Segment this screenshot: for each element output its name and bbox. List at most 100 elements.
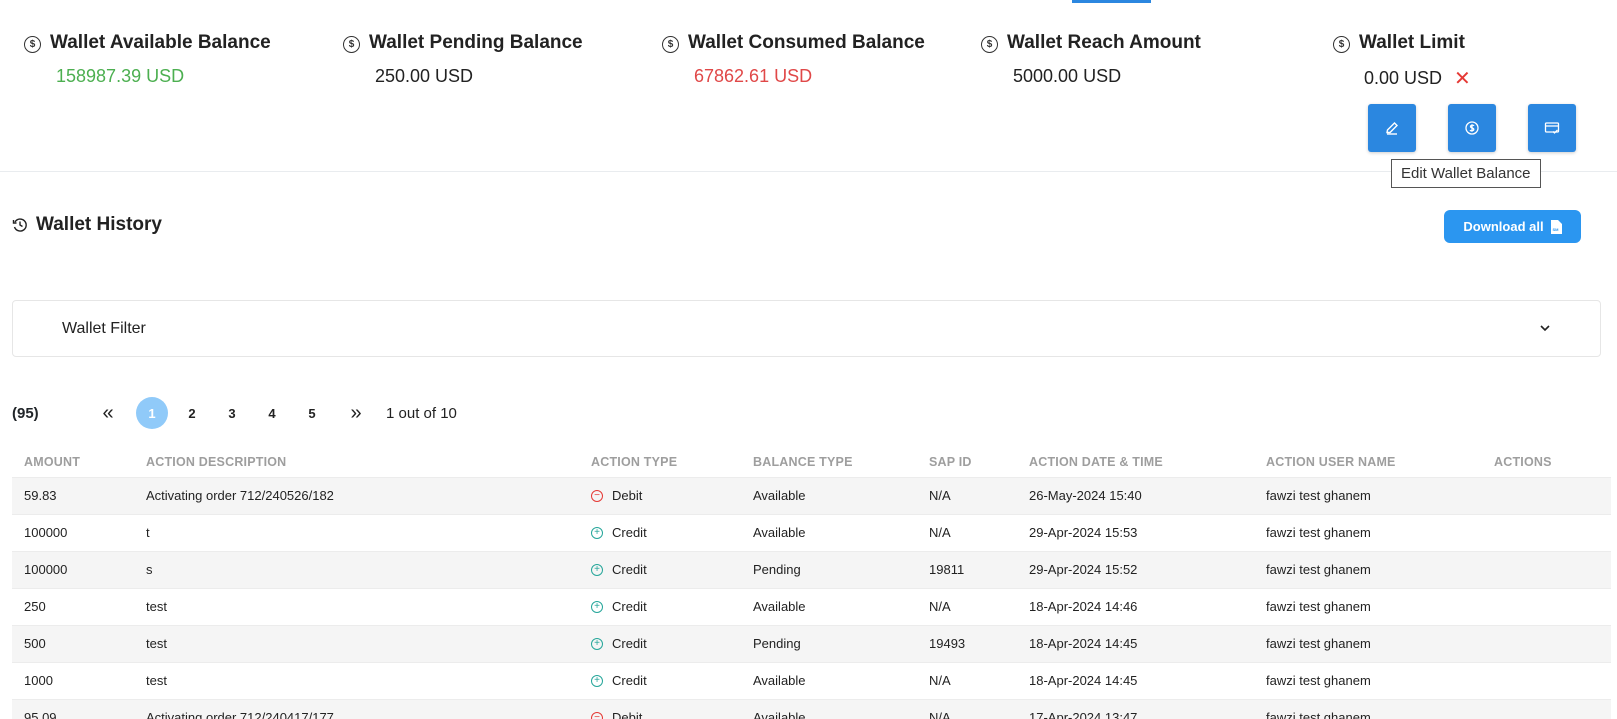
description-cell: Activating order 712/240526/182: [134, 476, 579, 514]
pending-balance-title: Wallet Pending Balance: [369, 32, 583, 53]
column-header[interactable]: ACTION DATE & TIME: [1017, 448, 1254, 477]
amount-cell: 500: [12, 624, 134, 662]
page-button[interactable]: 5: [296, 397, 328, 429]
edit-icon: [1386, 122, 1398, 135]
edit-wallet-balance-tooltip: Edit Wallet Balance: [1391, 159, 1541, 188]
action-type-cell: − Debit: [579, 698, 741, 719]
dollar-coin-icon: $: [343, 36, 360, 53]
balance-type-cell: Available: [741, 587, 917, 625]
consumed-balance-card: $ Wallet Consumed Balance 67862.61 USD: [662, 32, 925, 87]
description-cell: t: [134, 513, 579, 551]
sap-id-cell: N/A: [917, 698, 1017, 719]
actions-cell: [1482, 550, 1611, 588]
reach-amount-card: $ Wallet Reach Amount 5000.00 USD: [981, 32, 1201, 87]
wallet-balances: $ Wallet Available Balance 158987.39 USD …: [0, 0, 1617, 172]
wallet-limit-card: $ Wallet Limit 0.00 USD ✕: [1333, 32, 1471, 91]
page-button[interactable]: 1: [136, 397, 168, 429]
description-cell: test: [134, 587, 579, 625]
sap-id-cell: N/A: [917, 587, 1017, 625]
first-page-button[interactable]: «: [90, 402, 126, 425]
description-cell: test: [134, 624, 579, 662]
description-cell: test: [134, 661, 579, 699]
balance-type-cell: Available: [741, 698, 917, 719]
reach-amount-title: Wallet Reach Amount: [1007, 32, 1201, 53]
datetime-cell: 29-Apr-2024 15:53: [1017, 513, 1254, 551]
user-cell: fawzi test ghanem: [1254, 513, 1482, 551]
actions-cell: [1482, 476, 1611, 514]
column-header[interactable]: ACTION DESCRIPTION: [134, 448, 579, 477]
table-row: 250 test + Credit Available N/A 18-Apr-2024 14…: [12, 587, 1611, 625]
table-row: 100000 s + Credit Pending 19811 29-Apr-2024 15…: [12, 550, 1611, 588]
page-button[interactable]: 3: [216, 397, 248, 429]
action-type-label: Credit: [612, 525, 647, 540]
dollar-coin-icon: $: [981, 36, 998, 53]
user-cell: fawzi test ghanem: [1254, 624, 1482, 662]
actions-cell: [1482, 587, 1611, 625]
dollar-coin-icon: $: [662, 36, 679, 53]
wallet-history-heading: Wallet History: [12, 214, 162, 236]
page-button[interactable]: 2: [176, 397, 208, 429]
last-page-button[interactable]: »: [338, 402, 374, 425]
action-type-cell: − Debit: [579, 476, 741, 514]
card-check-icon: [1544, 122, 1560, 134]
datetime-cell: 18-Apr-2024 14:46: [1017, 587, 1254, 625]
edit-wallet-balance-button[interactable]: [1368, 104, 1416, 152]
plus-circle-icon: +: [591, 637, 603, 650]
consumed-balance-value: 67862.61 USD: [694, 66, 813, 86]
minus-circle-icon: −: [591, 489, 603, 502]
wallet-filter-accordion[interactable]: Wallet Filter: [12, 300, 1601, 357]
file-download-icon: SM: [1550, 219, 1562, 234]
amount-cell: 100000: [12, 550, 134, 588]
datetime-cell: 29-Apr-2024 15:52: [1017, 550, 1254, 588]
balance-type-cell: Available: [741, 661, 917, 699]
total-count: (95): [12, 404, 39, 422]
actions-cell: [1482, 661, 1611, 699]
download-all-button[interactable]: Download all SM: [1444, 210, 1581, 243]
column-header: ACTIONS: [1494, 455, 1552, 470]
clear-limit-icon[interactable]: ✕: [1454, 66, 1471, 91]
history-icon: [12, 218, 27, 232]
plus-circle-icon: +: [591, 600, 603, 613]
column-header[interactable]: ACTION USER NAME: [1254, 448, 1482, 477]
sap-id-cell: N/A: [917, 513, 1017, 551]
table-row: 95.09 Activating order 712/240417/177 − Deb…: [12, 698, 1611, 719]
user-cell: fawzi test ghanem: [1254, 550, 1482, 588]
datetime-cell: 18-Apr-2024 14:45: [1017, 624, 1254, 662]
action-type-label: Debit: [612, 488, 643, 503]
pending-balance-value: 250.00 USD: [375, 66, 474, 86]
available-balance-card: $ Wallet Available Balance 158987.39 USD: [24, 32, 271, 87]
action-type-label: Debit: [612, 710, 643, 719]
available-balance-title: Wallet Available Balance: [50, 32, 271, 53]
datetime-cell: 17-Apr-2024 13:47: [1017, 698, 1254, 719]
page-button[interactable]: 4: [256, 397, 288, 429]
minus-circle-icon: −: [591, 711, 603, 719]
action-type-cell: + Credit: [579, 550, 741, 588]
column-header[interactable]: SAP ID: [917, 448, 1017, 477]
wallet-card-button[interactable]: [1528, 104, 1576, 152]
action-type-label: Credit: [612, 673, 647, 688]
column-header[interactable]: ACTION TYPE: [579, 448, 741, 477]
datetime-cell: 18-Apr-2024 14:45: [1017, 661, 1254, 699]
actions-cell: [1482, 513, 1611, 551]
dollar-circle-icon: [1465, 121, 1479, 135]
table-row: 59.83 Activating order 712/240526/182− Deb…: [12, 476, 1611, 514]
user-cell: fawzi test ghanem: [1254, 587, 1482, 625]
action-type-cell: + Credit: [579, 661, 741, 699]
action-type-label: Credit: [612, 599, 647, 614]
action-type-cell: + Credit: [579, 513, 741, 551]
available-balance-value: 158987.39 USD: [56, 66, 185, 86]
action-type-label: Credit: [612, 636, 647, 651]
user-cell: fawzi test ghanem: [1254, 476, 1482, 514]
balance-type-cell: Pending: [741, 624, 917, 662]
action-type-label: Credit: [612, 562, 647, 577]
sap-id-cell: 19811: [917, 550, 1017, 588]
amount-cell: 250: [12, 587, 134, 625]
wallet-payment-button[interactable]: [1448, 104, 1496, 152]
table-row: 500 test + Credit Pending 19493 18-Apr-2024 14…: [12, 624, 1611, 662]
pending-balance-card: $ Wallet Pending Balance 250.00 USD: [343, 32, 583, 87]
sap-id-cell: N/A: [917, 476, 1017, 514]
table-row: 1000 test + Credit Available N/A 18-Apr-2024 1…: [12, 661, 1611, 699]
pagination: (95) « 1 2 3 4 5 » 1 out of 10: [12, 397, 457, 429]
column-header[interactable]: BALANCE TYPE: [741, 448, 917, 477]
column-header[interactable]: AMOUNT: [12, 448, 134, 477]
